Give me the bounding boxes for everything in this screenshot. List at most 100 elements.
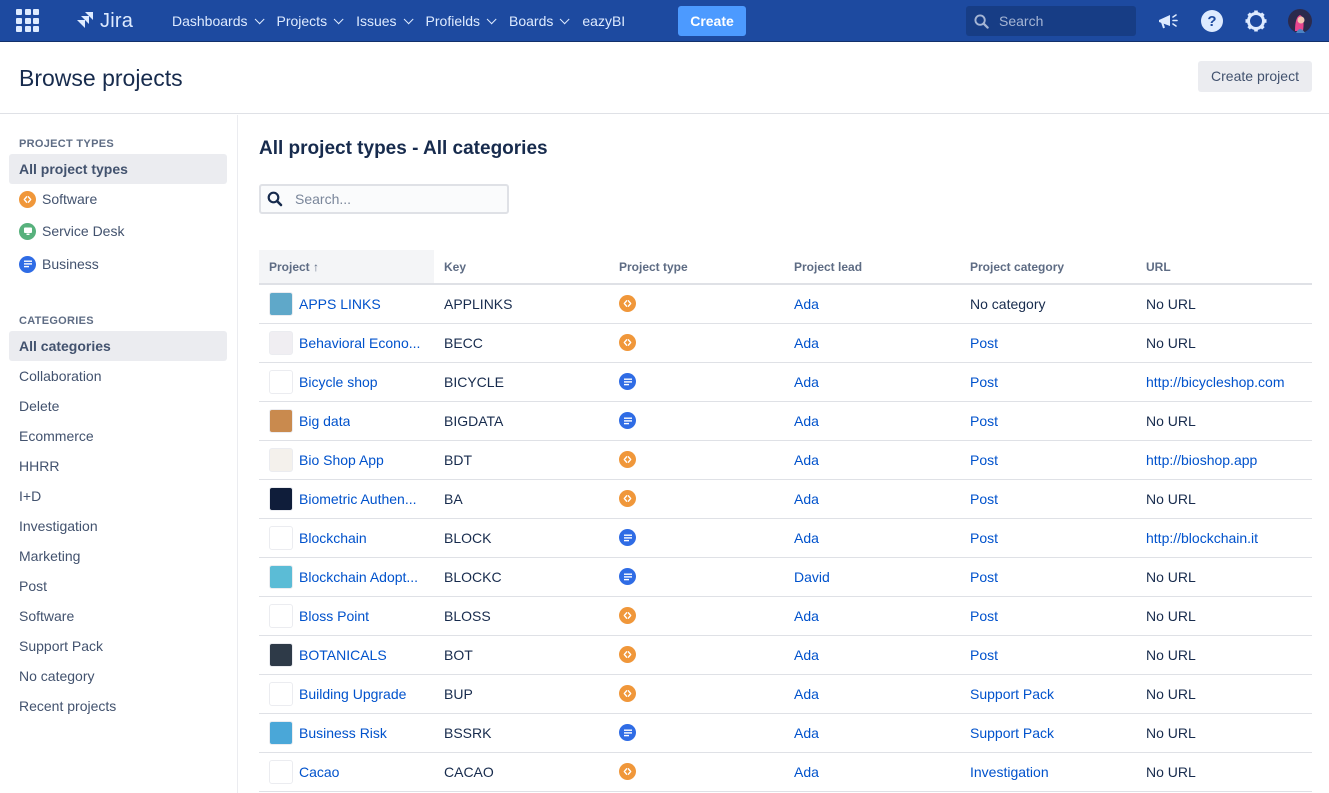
sidebar-category-recent-projects[interactable]: Recent projects bbox=[9, 691, 227, 721]
notifications-megaphone-icon[interactable] bbox=[1156, 9, 1180, 33]
project-name-link[interactable]: APPS LINKS bbox=[299, 296, 381, 312]
column-header-key[interactable]: Key bbox=[434, 250, 609, 285]
column-header-project-category[interactable]: Project category bbox=[960, 250, 1136, 285]
project-category-link[interactable]: Post bbox=[970, 374, 998, 390]
column-header-project-lead[interactable]: Project lead bbox=[784, 250, 960, 285]
project-avatar[interactable] bbox=[269, 408, 293, 433]
nav-item-profields[interactable]: Profields bbox=[418, 0, 501, 42]
project-lead-link[interactable]: Ada bbox=[794, 608, 819, 624]
project-lead-link[interactable]: Ada bbox=[794, 374, 819, 390]
column-header-project[interactable]: Project ↑ bbox=[259, 250, 434, 285]
nav-item-projects[interactable]: Projects bbox=[269, 0, 349, 42]
sidebar-type-software[interactable]: Software bbox=[9, 184, 227, 214]
nav-item-dashboards[interactable]: Dashboards bbox=[164, 0, 269, 42]
project-name-link[interactable]: Building Upgrade bbox=[299, 686, 406, 702]
project-name-link[interactable]: Behavioral Econo... bbox=[299, 335, 420, 351]
project-avatar[interactable] bbox=[269, 642, 293, 667]
project-lead-link[interactable]: Ada bbox=[794, 647, 819, 663]
project-lead-link[interactable]: Ada bbox=[794, 491, 819, 507]
nav-item-boards[interactable]: Boards bbox=[501, 0, 574, 42]
project-lead-link[interactable]: Ada bbox=[794, 764, 819, 780]
sidebar-category-hhrr[interactable]: HHRR bbox=[9, 451, 227, 481]
project-key: BLOCK bbox=[434, 518, 609, 558]
project-name-link[interactable]: Blockchain Adopt... bbox=[299, 569, 418, 585]
sidebar-type-all-project-types[interactable]: All project types bbox=[9, 154, 227, 184]
project-url-link[interactable]: http://bicycleshop.com bbox=[1146, 374, 1285, 390]
project-avatar[interactable] bbox=[269, 369, 293, 394]
sidebar-category-no-category[interactable]: No category bbox=[9, 661, 227, 691]
project-avatar[interactable] bbox=[269, 486, 293, 511]
project-url-link[interactable]: http://blockchain.it bbox=[1146, 530, 1258, 546]
project-category-cell: Post bbox=[960, 323, 1136, 363]
sidebar-category-all-categories[interactable]: All categories bbox=[9, 331, 227, 361]
project-name-link[interactable]: Bloss Point bbox=[299, 608, 369, 624]
sidebar-category-marketing[interactable]: Marketing bbox=[9, 541, 227, 571]
project-lead-link[interactable]: Ada bbox=[794, 530, 819, 546]
project-avatar[interactable] bbox=[269, 759, 293, 784]
project-name-link[interactable]: Blockchain bbox=[299, 530, 367, 546]
project-avatar[interactable] bbox=[269, 447, 293, 472]
project-lead-link[interactable]: Ada bbox=[794, 296, 819, 312]
project-lead-link[interactable]: David bbox=[794, 569, 830, 585]
column-header-project-type[interactable]: Project type bbox=[609, 250, 784, 285]
project-category-link[interactable]: Support Pack bbox=[970, 725, 1054, 741]
project-category-link[interactable]: Support Pack bbox=[970, 686, 1054, 702]
project-lead-link[interactable]: Ada bbox=[794, 686, 819, 702]
table-row: Cacao CACAO Ada Investigation No URL bbox=[259, 752, 1312, 792]
project-name-link[interactable]: Bio Shop App bbox=[299, 452, 384, 468]
top-navigation: Jira Dashboards Projects Issues Profields Bo… bbox=[0, 0, 1329, 42]
project-name-link[interactable]: Cacao bbox=[299, 764, 339, 780]
project-avatar[interactable] bbox=[269, 681, 293, 706]
software-type-icon bbox=[619, 763, 636, 780]
create-project-button[interactable]: Create project bbox=[1198, 61, 1312, 92]
search-icon bbox=[267, 191, 283, 207]
project-search-input[interactable] bbox=[295, 191, 495, 207]
sidebar-category-support-pack[interactable]: Support Pack bbox=[9, 631, 227, 661]
project-category-link[interactable]: Post bbox=[970, 335, 998, 351]
user-avatar[interactable] bbox=[1288, 9, 1312, 33]
project-avatar[interactable] bbox=[269, 525, 293, 550]
project-avatar[interactable] bbox=[269, 603, 293, 628]
sidebar-type-business[interactable]: Business bbox=[9, 249, 227, 279]
help-icon[interactable]: ? bbox=[1200, 9, 1224, 33]
project-lead-link[interactable]: Ada bbox=[794, 452, 819, 468]
sidebar-category-software[interactable]: Software bbox=[9, 601, 227, 631]
project-category-link[interactable]: Post bbox=[970, 491, 998, 507]
project-avatar[interactable] bbox=[269, 564, 293, 589]
sidebar-category-post[interactable]: Post bbox=[9, 571, 227, 601]
sidebar-category-ecommerce[interactable]: Ecommerce bbox=[9, 421, 227, 451]
sidebar-category-i-d[interactable]: I+D bbox=[9, 481, 227, 511]
project-category-link[interactable]: Post bbox=[970, 569, 998, 585]
project-category-link[interactable]: Post bbox=[970, 530, 998, 546]
sidebar-type-service-desk[interactable]: Service Desk bbox=[9, 216, 227, 246]
project-lead-link[interactable]: Ada bbox=[794, 413, 819, 429]
create-button[interactable]: Create bbox=[678, 6, 746, 36]
nav-item-issues[interactable]: Issues bbox=[348, 0, 417, 42]
project-avatar[interactable] bbox=[269, 720, 293, 745]
sidebar-category-collaboration[interactable]: Collaboration bbox=[9, 361, 227, 391]
column-header-url[interactable]: URL bbox=[1136, 250, 1312, 285]
project-lead-link[interactable]: Ada bbox=[794, 335, 819, 351]
nav-item-eazybi[interactable]: eazyBI bbox=[574, 0, 633, 42]
project-category-link[interactable]: Post bbox=[970, 452, 998, 468]
project-search-field[interactable] bbox=[259, 184, 509, 214]
project-name-link[interactable]: Business Risk bbox=[299, 725, 387, 741]
sidebar-category-delete[interactable]: Delete bbox=[9, 391, 227, 421]
project-avatar[interactable] bbox=[269, 330, 293, 355]
project-category-link[interactable]: Post bbox=[970, 413, 998, 429]
project-category-link[interactable]: Investigation bbox=[970, 764, 1049, 780]
project-name-link[interactable]: Biometric Authen... bbox=[299, 491, 417, 507]
project-name-link[interactable]: BOTANICALS bbox=[299, 647, 387, 663]
app-switcher-icon[interactable] bbox=[16, 9, 39, 32]
sidebar-category-investigation[interactable]: Investigation bbox=[9, 511, 227, 541]
project-url-link[interactable]: http://bioshop.app bbox=[1146, 452, 1257, 468]
global-search-input[interactable]: Search bbox=[966, 6, 1136, 36]
project-category-link[interactable]: Post bbox=[970, 647, 998, 663]
project-avatar[interactable] bbox=[269, 291, 293, 316]
project-lead-link[interactable]: Ada bbox=[794, 725, 819, 741]
settings-gear-icon[interactable] bbox=[1244, 9, 1268, 33]
jira-logo[interactable]: Jira bbox=[74, 8, 133, 34]
project-category-link[interactable]: Post bbox=[970, 608, 998, 624]
project-name-link[interactable]: Bicycle shop bbox=[299, 374, 378, 390]
project-name-link[interactable]: Big data bbox=[299, 413, 350, 429]
